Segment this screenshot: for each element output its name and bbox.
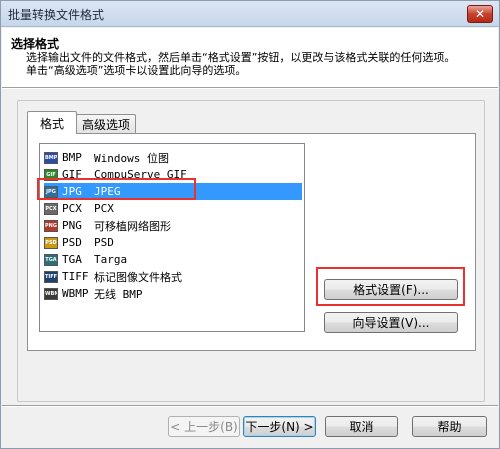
gif-icon: GIF (44, 168, 58, 181)
format-code: TGA (62, 253, 82, 266)
format-code: PNG (62, 219, 82, 232)
button-label: 帮助 (437, 420, 462, 434)
format-name: Targa (94, 253, 128, 266)
format-list-item[interactable]: PSD PSD PSD (44, 234, 302, 251)
button-label: 格式设置(F)... (353, 283, 429, 297)
wizard-header: 选择格式 选择输出文件的文件格式，然后单击“格式设置”按钮，以更改与该格式关联的… (2, 28, 498, 87)
format-code: PCX (62, 202, 82, 215)
format-name: 可移植网络图形 (94, 219, 171, 233)
format-name: Windows 位图 (94, 151, 169, 165)
header-divider (2, 87, 498, 89)
back-button[interactable]: < 上一步(B) (168, 416, 240, 437)
next-button[interactable]: 下一步(N) > (243, 416, 316, 437)
close-button[interactable]: ✕ (467, 5, 493, 23)
close-icon: ✕ (474, 7, 486, 21)
pcx-icon: PCX (44, 202, 58, 215)
format-list-item[interactable]: TIFF TIFF 标记图像文件格式 (44, 268, 302, 285)
button-label: 取消 (349, 420, 374, 434)
format-code: BMP (62, 151, 82, 164)
wbmp-icon: WBMP (44, 287, 58, 300)
tab-label: 高级选项 (81, 118, 130, 132)
format-code: JPG (62, 185, 82, 198)
cancel-button[interactable]: 取消 (325, 416, 398, 437)
format-name: PSD (94, 236, 114, 249)
format-name: 无线 BMP (94, 287, 143, 301)
dialog-window: 批量转换文件格式 ✕ 选择格式 选择输出文件的文件格式，然后单击“格式设置”按钮… (0, 0, 500, 449)
format-list-item[interactable]: JPG JPG JPEG (44, 183, 302, 200)
format-code: TIFF (62, 270, 89, 283)
format-list-item[interactable]: TGA TGA Targa (44, 251, 302, 268)
tab-format[interactable]: 格式 (27, 111, 77, 134)
tab-advanced-options[interactable]: 高级选项 (76, 114, 136, 134)
format-code: PSD (62, 236, 82, 249)
format-list-item[interactable]: WBMP WBMP 无线 BMP (44, 285, 302, 302)
tga-icon: TGA (44, 253, 58, 266)
format-list-item[interactable]: GIF GIF CompuServe GIF (44, 166, 302, 183)
psd-icon: PSD (44, 236, 58, 249)
button-label: 向导设置(V)... (352, 316, 430, 330)
format-list-item[interactable]: PCX PCX PCX (44, 200, 302, 217)
format-list-item[interactable]: BMP BMP Windows 位图 (44, 149, 302, 166)
page-description: 选择输出文件的文件格式，然后单击“格式设置”按钮，以更改与该格式关联的任何选项。… (26, 51, 456, 77)
png-icon: PNG (44, 219, 58, 232)
help-button[interactable]: 帮助 (412, 416, 487, 437)
button-label: < 上一步(B) (170, 420, 238, 434)
format-name: 标记图像文件格式 (94, 270, 182, 284)
footer-divider (2, 405, 498, 407)
format-listbox[interactable]: BMP BMP Windows 位图 GIF GIF CompuServe GIF JPG J… (39, 143, 305, 332)
window-title: 批量转换文件格式 (8, 8, 105, 22)
wizard-settings-button[interactable]: 向导设置(V)... (324, 312, 458, 333)
format-code: GIF (62, 168, 82, 181)
format-code: WBMP (62, 287, 89, 300)
format-list-item[interactable]: PNG PNG 可移植网络图形 (44, 217, 302, 234)
page-title: 选择格式 (11, 37, 60, 51)
format-name: JPEG (94, 185, 121, 198)
format-name: CompuServe GIF (94, 168, 187, 181)
button-label: 下一步(N) > (245, 420, 314, 434)
format-settings-button[interactable]: 格式设置(F)... (324, 279, 458, 300)
title-bar: 批量转换文件格式 ✕ (1, 1, 499, 27)
bmp-icon: BMP (44, 151, 58, 164)
tiff-icon: TIFF (44, 270, 58, 283)
format-name: PCX (94, 202, 114, 215)
tab-label: 格式 (39, 116, 64, 131)
jpg-icon: JPG (44, 185, 58, 198)
